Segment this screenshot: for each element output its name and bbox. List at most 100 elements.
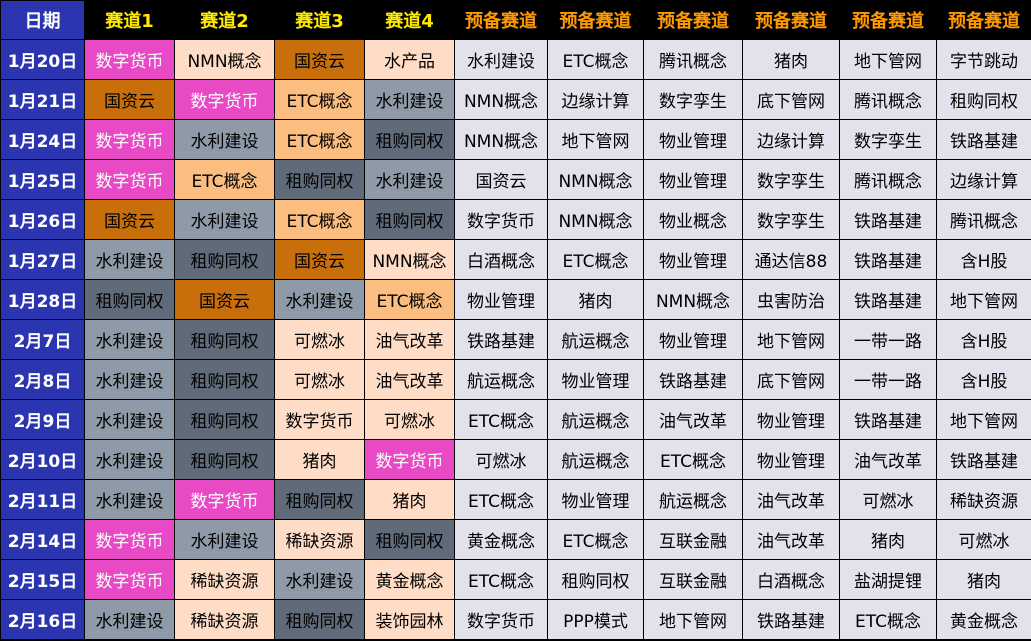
date-cell: 1月21日 — [0, 79, 85, 120]
backup-track-cell: 猪肉 — [547, 279, 644, 320]
track-cell: 水利建设 — [174, 119, 275, 160]
track-cell: 租购同权 — [364, 199, 455, 240]
track-cell: 水利建设 — [84, 239, 175, 280]
backup-track-cell: 含H股 — [936, 319, 1031, 360]
track-cell: 稀缺资源 — [174, 559, 275, 600]
backup-track-cell: 猪肉 — [839, 519, 937, 560]
table-row: 1月24日 数字货币 水利建设 ETC概念 租购同权 NMN概念 地下管网 物业管理 边缘计算数… — [0, 119, 1031, 160]
backup-track-cell: 数字货币 — [454, 199, 548, 240]
track-header: 赛道1 — [84, 0, 175, 40]
backup-track-cell: 白酒概念 — [742, 559, 840, 600]
table-row: 1月26日 国资云 水利建设 ETC概念 租购同权 数字货币 NMN概念 物业概念 数字孪生 铁路… — [0, 199, 1031, 240]
backup-track-cell: 猪肉 — [936, 559, 1031, 600]
backup-track-cell: 租购同权 — [936, 79, 1031, 120]
backup-track-cell: 物业概念 — [643, 199, 743, 240]
backup-track-cell: 铁路基建 — [454, 319, 548, 360]
backup-track-cell: 地下管网 — [547, 119, 644, 160]
backup-track-cell: 含H股 — [936, 239, 1031, 280]
track-cell: 租购同权 — [174, 239, 275, 280]
track-cell: ETC概念 — [364, 279, 455, 320]
track-header: 赛道2 — [174, 0, 275, 40]
backup-track-header: 预备赛道 — [454, 0, 548, 40]
backup-track-cell: 物业管理 — [643, 159, 743, 200]
backup-track-cell: 可燃冰 — [454, 439, 548, 480]
backup-track-cell: NMN概念 — [547, 199, 644, 240]
track-cell: 数字货币 — [174, 79, 275, 120]
track-cell: 装饰园林 — [364, 599, 455, 640]
date-cell: 1月24日 — [0, 119, 85, 160]
backup-track-cell: 可燃冰 — [936, 519, 1031, 560]
date-cell: 1月26日 — [0, 199, 85, 240]
backup-track-cell: 一带一路 — [839, 359, 937, 400]
table-row: 1月27日 水利建设 租购同权 国资云 NMN概念 白酒概念 ETC概念 物业管理 通达信88 铁… — [0, 239, 1031, 280]
date-cell: 1月28日 — [0, 279, 85, 320]
track-cell: 水利建设 — [174, 519, 275, 560]
track-cell: 租购同权 — [274, 599, 365, 640]
backup-track-cell: 字节跳动 — [936, 39, 1031, 80]
track-cell: 水利建设 — [364, 159, 455, 200]
backup-track-cell: 可燃冰 — [839, 479, 937, 520]
track-cell: 租购同权 — [174, 399, 275, 440]
backup-track-cell: 稀缺资源 — [936, 479, 1031, 520]
track-cell: 租购同权 — [274, 159, 365, 200]
backup-track-cell: 数字孪生 — [742, 159, 840, 200]
backup-track-cell: 铁路基建 — [839, 279, 937, 320]
backup-track-cell: 航运概念 — [643, 479, 743, 520]
backup-track-cell: 猪肉 — [742, 39, 840, 80]
backup-track-cell: 腾讯概念 — [839, 79, 937, 120]
backup-track-cell: 边缘计算 — [936, 159, 1031, 200]
backup-track-header: 预备赛道 — [742, 0, 840, 40]
backup-track-cell: 航运概念 — [547, 399, 644, 440]
backup-track-cell: 水利建设 — [454, 39, 548, 80]
backup-track-header: 预备赛道 — [936, 0, 1031, 40]
track-cell: 数字货币 — [84, 159, 175, 200]
track-cell: 水利建设 — [84, 319, 175, 360]
track-cell: 水利建设 — [364, 79, 455, 120]
track-cell: ETC概念 — [274, 119, 365, 160]
track-cell: 数字货币 — [84, 119, 175, 160]
backup-track-cell: 通达信88 — [742, 239, 840, 280]
backup-track-cell: 油气改革 — [643, 399, 743, 440]
backup-track-cell: 铁路基建 — [742, 599, 840, 640]
backup-track-cell: ETC概念 — [839, 599, 937, 640]
backup-track-cell: 铁路基建 — [936, 439, 1031, 480]
date-cell: 2月15日 — [0, 559, 85, 600]
backup-track-cell: 地下管网 — [936, 279, 1031, 320]
backup-track-cell: ETC概念 — [454, 559, 548, 600]
track-cell: NMN概念 — [174, 39, 275, 80]
backup-track-cell: 腾讯概念 — [936, 199, 1031, 240]
track-cell: 猪肉 — [274, 439, 365, 480]
backup-track-cell: ETC概念 — [547, 239, 644, 280]
table-row: 2月14日 数字货币 水利建设 稀缺资源 租购同权 黄金概念 ETC概念 互联金融 油气改革 猪肉… — [0, 519, 1031, 560]
backup-track-cell: 腾讯概念 — [643, 39, 743, 80]
backup-track-cell: 边缘计算 — [742, 119, 840, 160]
backup-track-cell: 物业管理 — [547, 359, 644, 400]
backup-track-cell: 数字孪生 — [643, 79, 743, 120]
backup-track-header: 预备赛道 — [547, 0, 644, 40]
track-cell: 数字货币 — [84, 519, 175, 560]
date-header: 日期 — [0, 0, 85, 40]
backup-track-cell: 一带一路 — [839, 319, 937, 360]
track-cell: 水利建设 — [274, 559, 365, 600]
backup-track-cell: NMN概念 — [643, 279, 743, 320]
backup-track-cell: 数字孪生 — [839, 119, 937, 160]
date-cell: 2月11日 — [0, 479, 85, 520]
table-row: 2月8日 水利建设 租购同权 可燃冰 油气改革 航运概念 物业管理 铁路基建 底下管网 一带一路含… — [0, 359, 1031, 400]
backup-track-cell: 物业管理 — [454, 279, 548, 320]
track-cell: 可燃冰 — [274, 319, 365, 360]
backup-track-cell: 数字货币 — [454, 599, 548, 640]
backup-track-cell: 物业管理 — [643, 119, 743, 160]
track-cell: 国资云 — [84, 199, 175, 240]
track-cell: 黄金概念 — [364, 559, 455, 600]
date-cell: 2月7日 — [0, 319, 85, 360]
track-cell: 租购同权 — [174, 319, 275, 360]
track-cell: 水产品 — [364, 39, 455, 80]
track-cell: 租购同权 — [274, 479, 365, 520]
track-cell: 水利建设 — [84, 359, 175, 400]
track-cell: ETC概念 — [274, 199, 365, 240]
backup-track-cell: 铁路基建 — [839, 239, 937, 280]
track-cell: 水利建设 — [84, 599, 175, 640]
table-row: 2月9日 水利建设 租购同权 数字货币 可燃冰 ETC概念 航运概念 油气改革 物业管理 铁路基建… — [0, 399, 1031, 440]
track-cell: 数字货币 — [174, 479, 275, 520]
track-cell: 油气改革 — [364, 359, 455, 400]
